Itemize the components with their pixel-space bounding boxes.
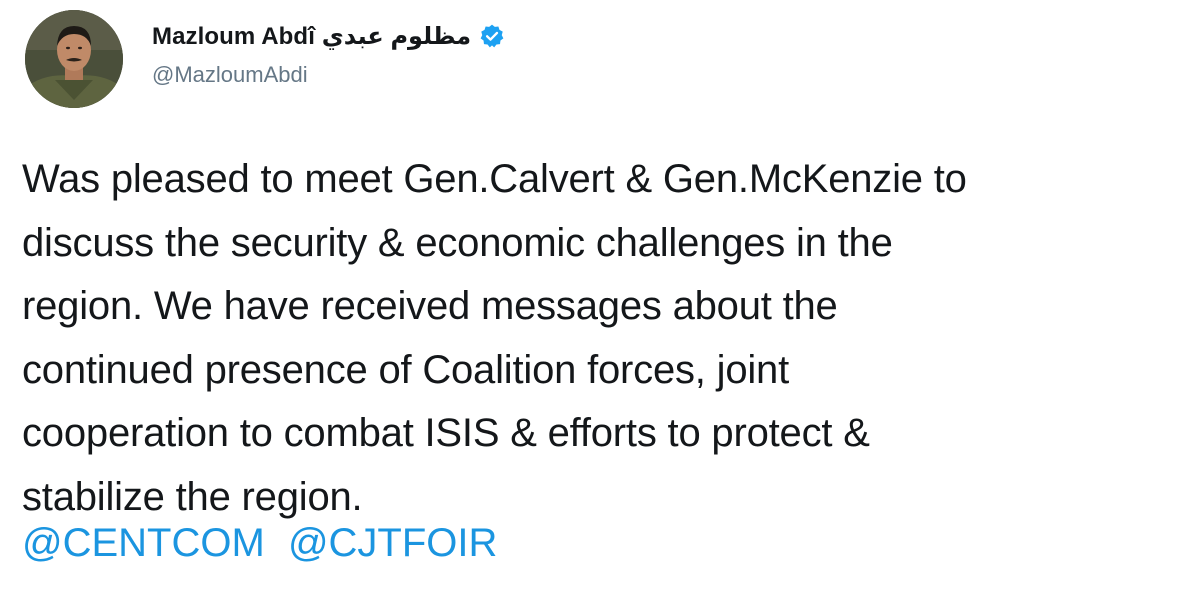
tweet-mentions: @CENTCOM @CJTFOIR <box>22 512 497 575</box>
author-name-row: Mazloum Abdî مظلوم عبدي <box>152 16 505 56</box>
tweet-line: Was pleased to meet Gen.Calvert & Gen.Mc… <box>22 157 967 201</box>
mention-link-cjtfoir[interactable]: @CJTFOIR <box>288 521 497 565</box>
author-display-name[interactable]: Mazloum Abdî مظلوم عبدي <box>152 22 471 51</box>
tweet-line: continued presence of Coalition forces, … <box>22 347 790 392</box>
avatar[interactable] <box>25 10 123 108</box>
profile-photo-icon <box>25 10 123 108</box>
tweet-card: Mazloum Abdî مظلوم عبدي @MazloumAbdi Was… <box>0 0 1200 595</box>
tweet-body: Was pleased to meet Gen.Calvert & Gen.Mc… <box>22 148 1192 529</box>
verified-badge-icon <box>479 23 505 49</box>
tweet-line: region. We have received messages about … <box>22 284 838 328</box>
mention-link-centcom[interactable]: @CENTCOM <box>22 521 265 565</box>
author-handle[interactable]: @MazloumAbdi <box>152 62 308 88</box>
tweet-line: cooperation to combat ISIS & efforts to … <box>22 411 870 455</box>
tweet-line: discuss the security & economic challeng… <box>22 220 893 265</box>
